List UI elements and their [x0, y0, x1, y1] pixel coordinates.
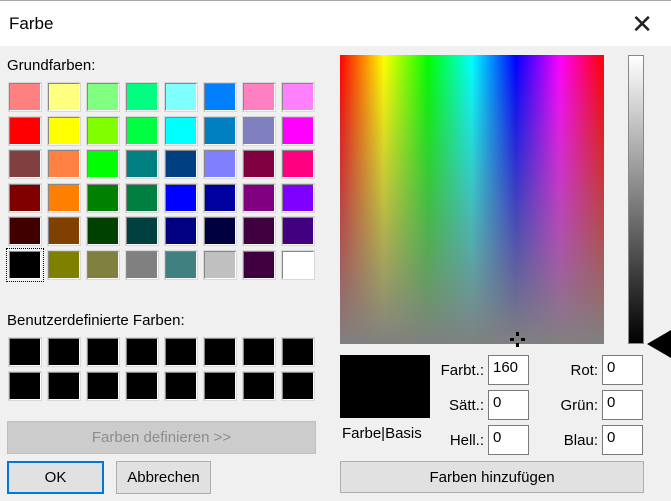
window-title: Farbe: [9, 14, 54, 33]
color-spectrum[interactable]: [340, 55, 604, 344]
basic-color-swatch[interactable]: [164, 115, 198, 146]
define-colors-button[interactable]: Farben definieren >>: [7, 421, 316, 454]
basic-color-swatch[interactable]: [47, 82, 81, 112]
basic-color-swatch[interactable]: [47, 250, 81, 280]
custom-color-swatch[interactable]: [47, 337, 81, 367]
luminance-arrow-icon[interactable]: [647, 330, 671, 358]
basic-color-swatch[interactable]: [281, 250, 315, 280]
basic-color-swatch[interactable]: [125, 250, 159, 280]
basic-color-swatch[interactable]: [8, 216, 42, 247]
crosshair-icon: [510, 332, 525, 347]
basic-color-swatch[interactable]: [242, 182, 276, 213]
basic-color-swatch[interactable]: [125, 115, 159, 146]
custom-color-swatch[interactable]: [242, 371, 276, 401]
green-input[interactable]: 0: [602, 390, 643, 420]
custom-color-swatch[interactable]: [86, 371, 120, 401]
basic-color-swatch[interactable]: [203, 149, 237, 180]
basic-color-swatch[interactable]: [281, 82, 315, 112]
custom-color-swatch[interactable]: [125, 337, 159, 367]
sat-input[interactable]: 0: [488, 390, 529, 420]
basic-color-swatch[interactable]: [281, 182, 315, 213]
blue-label: Blau:: [563, 432, 598, 449]
green-label: Grün:: [560, 397, 598, 414]
basic-color-swatch[interactable]: [86, 82, 120, 112]
basic-color-swatch[interactable]: [203, 82, 237, 112]
basic-color-swatch[interactable]: [203, 115, 237, 146]
basic-color-swatch[interactable]: [164, 216, 198, 247]
custom-color-swatch[interactable]: [164, 371, 198, 401]
custom-color-swatch[interactable]: [164, 337, 198, 367]
hue-input[interactable]: 160: [488, 355, 529, 385]
basic-color-swatch[interactable]: [164, 182, 198, 213]
basic-color-swatch[interactable]: [203, 182, 237, 213]
basic-color-swatch[interactable]: [164, 149, 198, 180]
blue-input[interactable]: 0: [602, 425, 643, 455]
cancel-button[interactable]: Abbrechen: [116, 461, 211, 494]
custom-color-swatch[interactable]: [242, 337, 276, 367]
add-to-custom-button[interactable]: Farben hinzufügen: [340, 461, 644, 493]
basic-color-swatch[interactable]: [125, 182, 159, 213]
basic-color-swatch[interactable]: [125, 149, 159, 180]
custom-color-swatch[interactable]: [8, 371, 42, 401]
basic-colors-label: Grundfarben:: [7, 57, 96, 74]
basic-color-swatch[interactable]: [125, 216, 159, 247]
basic-color-swatch[interactable]: [86, 115, 120, 146]
basic-color-swatch[interactable]: [8, 182, 42, 213]
basic-color-swatch[interactable]: [86, 250, 120, 280]
basic-color-swatch[interactable]: [203, 216, 237, 247]
basic-color-swatch[interactable]: [281, 216, 315, 247]
basic-color-swatch[interactable]: [164, 250, 198, 280]
red-label: Rot:: [570, 362, 598, 379]
basic-color-swatch[interactable]: [6, 248, 44, 282]
basic-color-swatch[interactable]: [242, 250, 276, 280]
custom-color-swatch[interactable]: [203, 371, 237, 401]
preview-label: Farbe|Basis: [342, 425, 422, 442]
custom-color-swatch[interactable]: [281, 371, 315, 401]
basic-color-swatch[interactable]: [242, 115, 276, 146]
custom-color-swatch[interactable]: [8, 337, 42, 367]
basic-color-swatch[interactable]: [86, 149, 120, 180]
custom-color-swatch[interactable]: [86, 337, 120, 367]
basic-color-swatch[interactable]: [8, 82, 42, 112]
basic-color-swatch[interactable]: [281, 115, 315, 146]
basic-color-swatch[interactable]: [125, 82, 159, 112]
custom-colors-label: Benutzerdefinierte Farben:: [7, 312, 185, 329]
basic-color-swatch[interactable]: [242, 216, 276, 247]
luminance-slider[interactable]: [628, 55, 644, 344]
basic-color-swatch[interactable]: [281, 149, 315, 180]
basic-color-swatch[interactable]: [8, 115, 42, 146]
custom-color-swatch[interactable]: [47, 371, 81, 401]
basic-color-swatch[interactable]: [47, 182, 81, 213]
lum-input[interactable]: 0: [488, 425, 529, 455]
basic-color-swatch[interactable]: [47, 115, 81, 146]
custom-color-swatch[interactable]: [281, 337, 315, 367]
basic-color-swatch[interactable]: [47, 216, 81, 247]
close-icon[interactable]: ✕: [631, 9, 653, 39]
basic-color-swatch[interactable]: [8, 149, 42, 180]
custom-color-swatch[interactable]: [125, 371, 159, 401]
color-preview: [340, 355, 430, 418]
red-input[interactable]: 0: [602, 355, 643, 385]
basic-color-swatch[interactable]: [47, 149, 81, 180]
basic-color-swatch[interactable]: [86, 216, 120, 247]
hue-label: Farbt.:: [440, 362, 484, 379]
basic-color-swatch[interactable]: [242, 82, 276, 112]
custom-color-swatch[interactable]: [203, 337, 237, 367]
basic-color-swatch[interactable]: [242, 149, 276, 180]
lum-label: Hell.:: [449, 432, 484, 449]
title-bar: Farbe ✕: [0, 0, 671, 46]
basic-color-swatch[interactable]: [86, 182, 120, 213]
ok-button[interactable]: OK: [7, 461, 104, 494]
basic-color-swatch[interactable]: [203, 250, 237, 280]
basic-color-swatch[interactable]: [164, 82, 198, 112]
sat-label: Sätt.:: [448, 397, 484, 414]
